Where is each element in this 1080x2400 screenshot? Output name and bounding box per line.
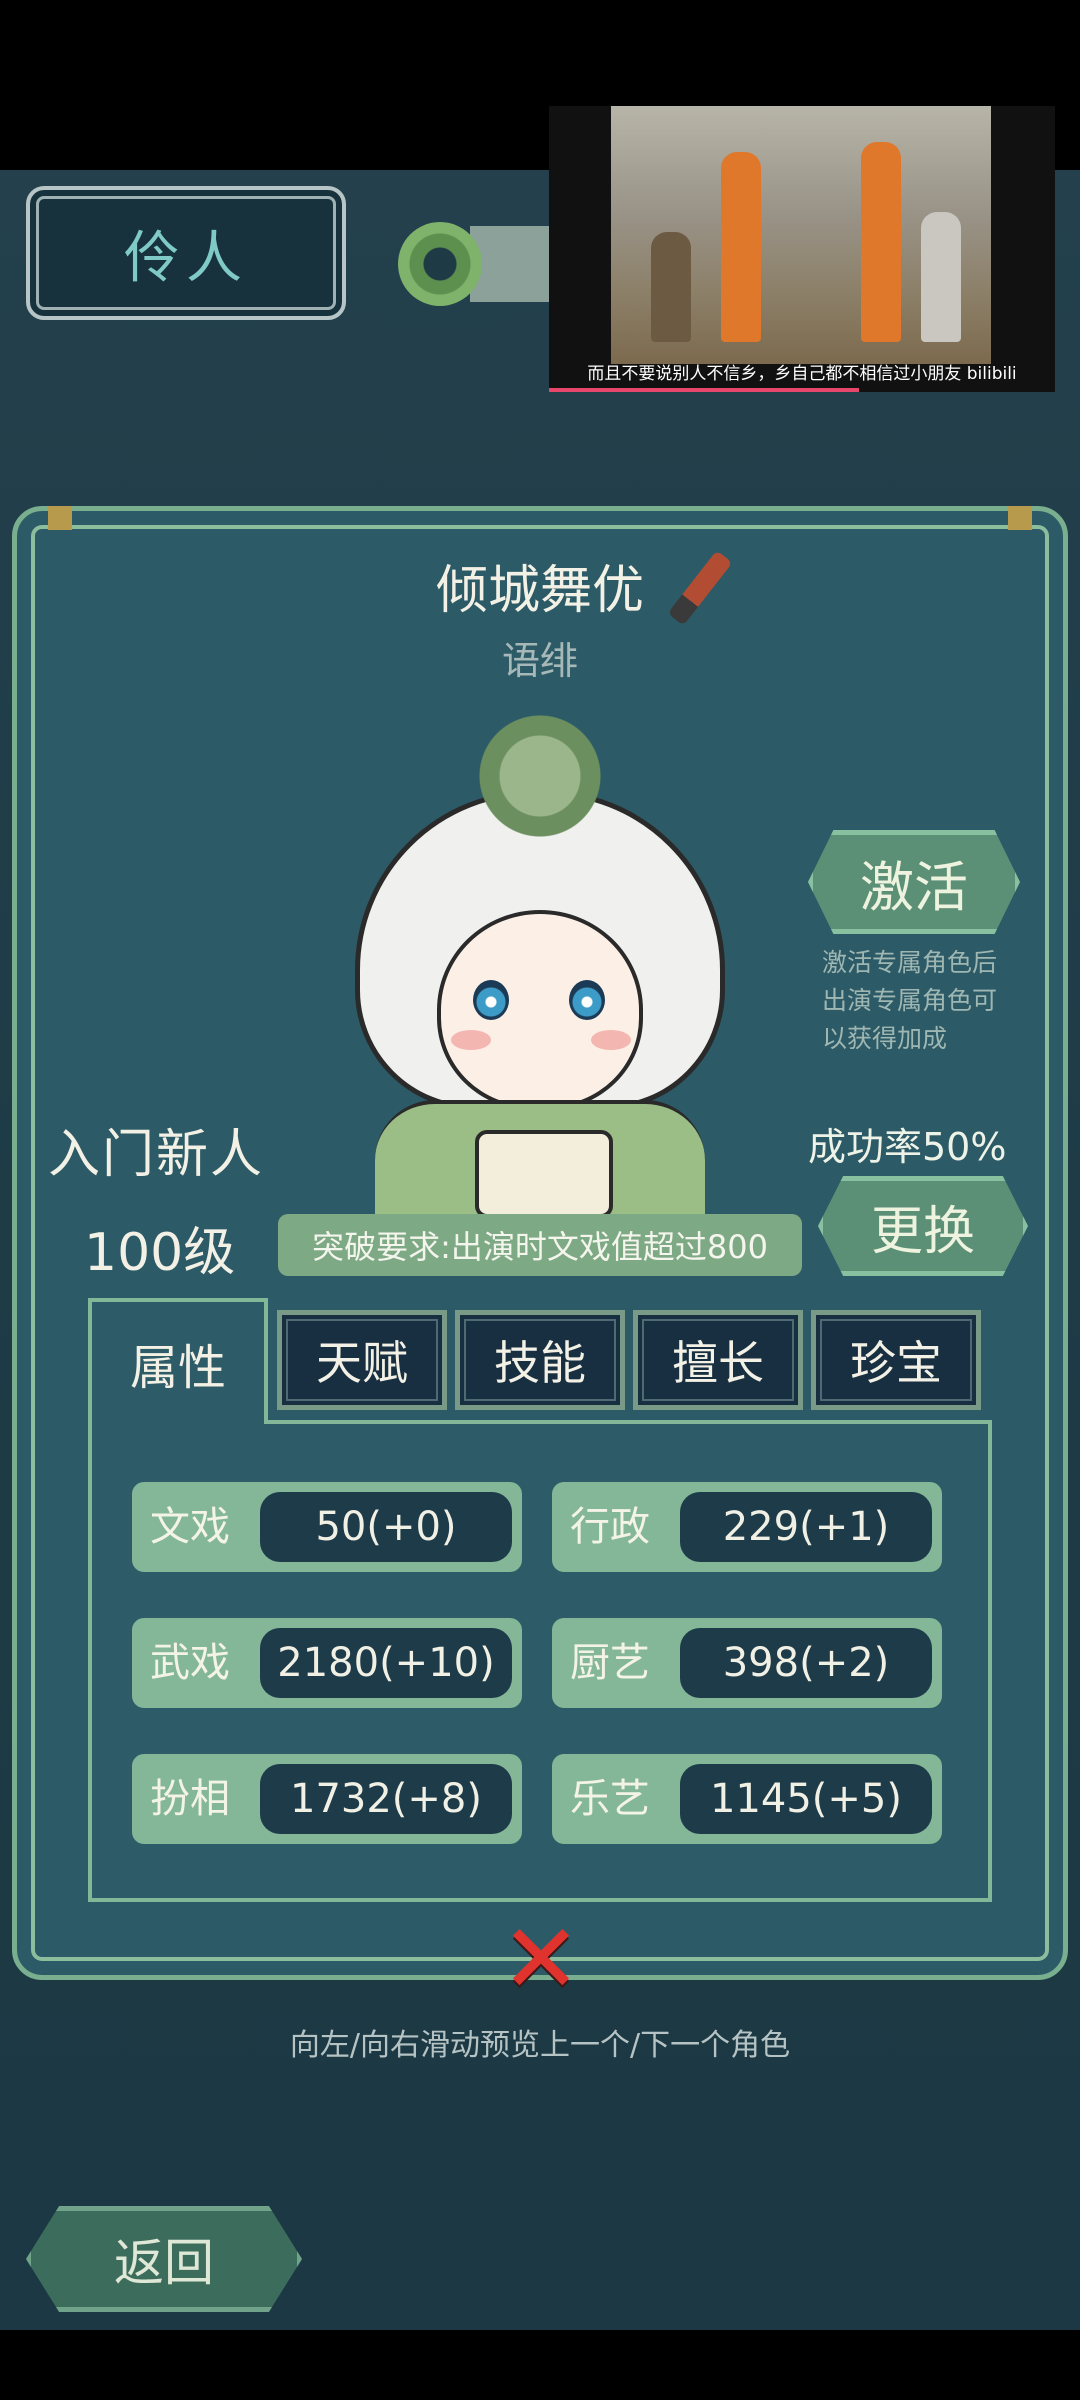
video-figure xyxy=(651,232,691,342)
break-requirement: 突破要求:出演时文戏值超过800 xyxy=(278,1214,802,1276)
video-frame xyxy=(611,106,991,364)
video-figure xyxy=(921,212,961,342)
stat-row: 厨艺 398(+2) xyxy=(552,1618,942,1708)
stat-label: 行政 xyxy=(570,1504,650,1550)
close-icon[interactable]: ✕ xyxy=(494,1903,588,2015)
tab-treasure[interactable]: 珍宝 xyxy=(811,1310,981,1410)
stat-label: 武戏 xyxy=(150,1640,230,1686)
video-figure xyxy=(861,142,901,342)
portrait-blush xyxy=(591,1030,631,1050)
activate-note-line: 出演专属角色可 xyxy=(822,986,998,1015)
character-rank: 入门新人 xyxy=(48,1125,265,1185)
activate-note-line: 以获得加成 xyxy=(822,1024,948,1053)
activate-note: 激活专属角色后 出演专属角色可 以获得加成 xyxy=(822,944,1022,1058)
portrait-face xyxy=(437,910,643,1110)
tab-specialty[interactable]: 擅长 xyxy=(633,1310,803,1410)
stat-row: 武戏 2180(+10) xyxy=(132,1618,522,1708)
stat-row: 行政 229(+1) xyxy=(552,1482,942,1572)
header-title: 伶人 xyxy=(124,225,248,291)
tab-attributes[interactable]: 属性 xyxy=(88,1298,268,1424)
activate-note-line: 激活专属角色后 xyxy=(822,948,998,977)
change-button[interactable]: 更换 xyxy=(818,1176,1028,1276)
portrait-eye xyxy=(569,980,605,1020)
stat-label: 厨艺 xyxy=(570,1640,650,1686)
stat-value: 229(+1) xyxy=(680,1492,932,1562)
character-portrait xyxy=(355,680,725,1218)
stat-row: 乐艺 1145(+5) xyxy=(552,1754,942,1844)
tab-skills[interactable]: 技能 xyxy=(455,1310,625,1410)
stat-value: 2180(+10) xyxy=(260,1628,512,1698)
portrait-crown xyxy=(465,680,615,840)
stat-value: 1732(+8) xyxy=(260,1764,512,1834)
stat-value: 50(+0) xyxy=(260,1492,512,1562)
panel-corner-ornament xyxy=(48,506,72,530)
tab-talent[interactable]: 天赋 xyxy=(277,1310,447,1410)
back-button[interactable]: 返回 xyxy=(26,2206,302,2312)
character-name: 语绯 xyxy=(501,639,578,683)
panel-corner-ornament xyxy=(1008,506,1032,530)
floating-video-window[interactable]: 而且不要说别人不信乡，乡自己都不相信过小朋友 bilibili xyxy=(549,106,1055,392)
character-level: 100级 xyxy=(84,1223,236,1283)
stat-label: 乐艺 xyxy=(570,1776,650,1822)
stat-label: 扮相 xyxy=(150,1776,230,1822)
jade-ring-icon xyxy=(398,222,482,306)
video-progress-bar xyxy=(549,388,859,392)
video-figure xyxy=(721,152,761,342)
success-rate: 成功率50% xyxy=(808,1125,1007,1169)
portrait-eye xyxy=(473,980,509,1020)
stat-row: 文戏 50(+0) xyxy=(132,1482,522,1572)
portrait-sash xyxy=(475,1130,613,1218)
video-subtitle: 而且不要说别人不信乡，乡自己都不相信过小朋友 bilibili xyxy=(587,364,1017,384)
stat-value: 398(+2) xyxy=(680,1628,932,1698)
swipe-hint: 向左/向右滑动预览上一个/下一个角色 xyxy=(289,2028,791,2063)
header-title-frame: 伶人 xyxy=(26,186,346,320)
portrait-blush xyxy=(451,1030,491,1050)
activate-button[interactable]: 激活 xyxy=(808,830,1020,934)
stat-label: 文戏 xyxy=(150,1504,230,1550)
stat-row: 扮相 1732(+8) xyxy=(132,1754,522,1844)
character-title: 倾城舞优 xyxy=(435,561,644,621)
stat-value: 1145(+5) xyxy=(680,1764,932,1834)
nav-bar-area xyxy=(0,2330,1080,2400)
